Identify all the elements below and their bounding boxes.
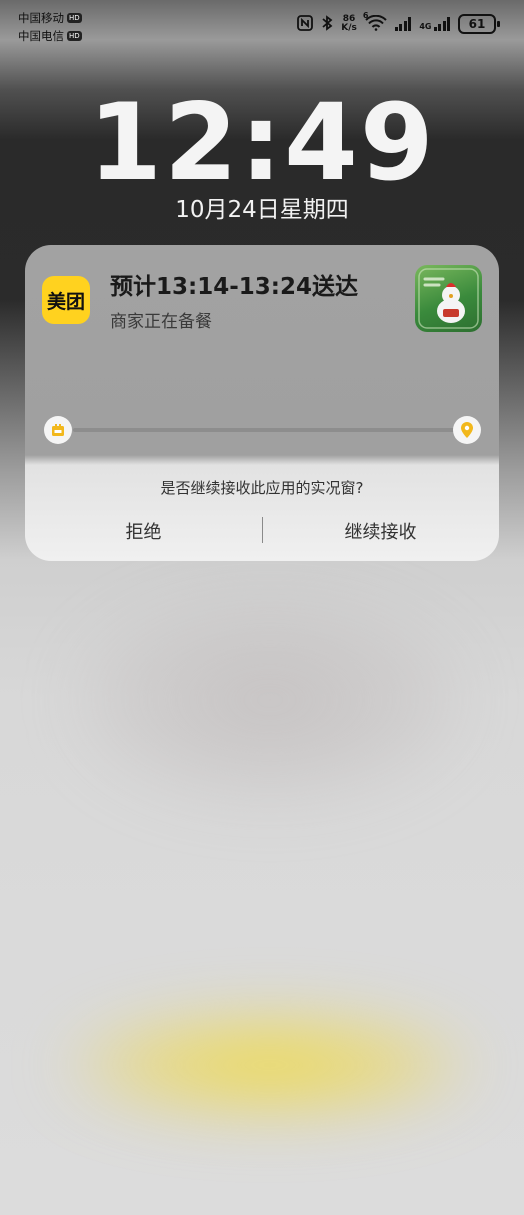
battery-icon: 61 xyxy=(458,14,500,34)
live-window-prompt: 是否继续接收此应用的实况窗? xyxy=(160,479,364,497)
destination-pin-icon xyxy=(453,416,481,444)
carrier-2-label: 中国电信 xyxy=(18,29,64,43)
cellular-4g: 4G xyxy=(419,17,450,31)
delivery-progress-track xyxy=(73,428,457,432)
carrier-1-label: 中国移动 xyxy=(18,11,64,25)
reject-button[interactable]: 拒绝 xyxy=(25,518,262,544)
carrier-1: 中国移动 HD xyxy=(18,10,82,26)
status-icons: 86 K/s 6 4G 61 xyxy=(297,11,500,34)
merchant-thumbnail xyxy=(415,265,482,332)
background-glow xyxy=(60,1010,480,1120)
bluetooth-icon xyxy=(321,14,333,34)
signal-icon xyxy=(394,17,412,31)
lockscreen-date: 10月24日星期四 xyxy=(175,197,349,223)
wifi-label: 6 xyxy=(362,10,369,20)
meituan-app-icon: 美团 xyxy=(42,276,90,324)
hd-badge: HD xyxy=(67,13,82,23)
lockscreen-clock: 12:49 xyxy=(88,81,436,204)
wifi-icon: 6 xyxy=(363,11,387,34)
network-speed: 86 K/s xyxy=(341,15,357,33)
signal-icon xyxy=(433,17,450,31)
store-icon xyxy=(44,416,72,444)
live-activity-card[interactable]: 美团 预计13:14-13:24送达 商家正在备餐 是否继续接收此应用的实况窗?… xyxy=(25,245,499,561)
delivery-eta-title: 预计13:14-13:24送达 xyxy=(110,274,358,300)
cellular-label: 4G xyxy=(419,22,432,31)
order-status-text: 商家正在备餐 xyxy=(110,312,212,332)
battery-level: 61 xyxy=(458,14,496,34)
background-blur xyxy=(80,600,460,800)
network-speed-unit: K/s xyxy=(341,23,357,33)
continue-receiving-button[interactable]: 继续接收 xyxy=(262,518,499,544)
carrier-2: 中国电信 HD xyxy=(18,28,82,44)
status-bar: 中国移动 HD 中国电信 HD 86 K/s 6 4G 61 xyxy=(0,0,524,50)
hd-badge: HD xyxy=(67,31,82,41)
nfc-icon xyxy=(297,14,314,34)
